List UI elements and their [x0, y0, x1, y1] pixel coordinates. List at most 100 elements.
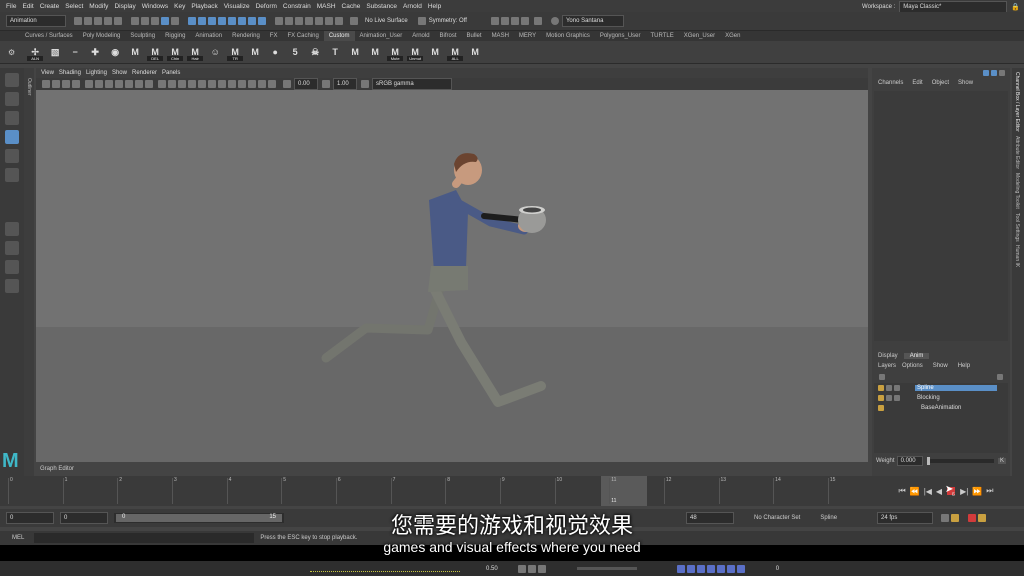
layer-menu-help[interactable]: Help: [958, 363, 970, 369]
exposure-icon[interactable]: [283, 80, 291, 88]
safe-action-icon[interactable]: [135, 80, 143, 88]
shelf-tab[interactable]: MASH: [487, 31, 514, 41]
step-back-key-icon[interactable]: ⏪: [910, 487, 920, 496]
shelf-tab[interactable]: Curves / Surfaces: [20, 31, 78, 41]
snap-point-icon[interactable]: [208, 17, 216, 25]
shelf-tab[interactable]: Motion Graphics: [541, 31, 595, 41]
layout-outliner-icon[interactable]: [5, 279, 19, 293]
menu-modify[interactable]: Modify: [89, 3, 108, 10]
film-gate-icon[interactable]: [95, 80, 103, 88]
render-settings-icon[interactable]: [315, 17, 323, 25]
layout-two-icon[interactable]: [5, 260, 19, 274]
graph-editor-label[interactable]: Graph Editor: [40, 466, 74, 472]
layer-mute-icon[interactable]: [894, 395, 900, 401]
textured-icon[interactable]: [178, 80, 186, 88]
select-component-icon[interactable]: [151, 17, 159, 25]
shadows-icon[interactable]: [198, 80, 206, 88]
render-view-icon[interactable]: [335, 17, 343, 25]
bottom-tool-icon[interactable]: [517, 564, 526, 573]
shelf-tab[interactable]: XGen: [720, 31, 745, 41]
layer-visibility-icon[interactable]: [878, 395, 884, 401]
menu-substance[interactable]: Substance: [366, 3, 397, 10]
snap-live-icon[interactable]: [258, 17, 266, 25]
shelf-settings-icon[interactable]: ⚙: [8, 48, 15, 57]
shelf-button[interactable]: ☺: [207, 44, 223, 60]
gate-mask-icon[interactable]: [115, 80, 123, 88]
aa-icon[interactable]: [218, 80, 226, 88]
shelf-button[interactable]: ✢ ALN: [27, 44, 44, 61]
layer-visibility-icon[interactable]: [878, 405, 884, 411]
field-chart-icon[interactable]: [125, 80, 133, 88]
shelf-button[interactable]: M Mute: [387, 44, 404, 61]
snap-surface-icon[interactable]: [228, 17, 236, 25]
layer-row-spline[interactable]: Spline: [874, 383, 1008, 393]
snap-curve-icon[interactable]: [198, 17, 206, 25]
value-field[interactable]: 0.50: [486, 566, 498, 572]
curve-tangent-icon[interactable]: [726, 564, 735, 573]
outliner-tab[interactable]: Outliner: [24, 68, 34, 478]
panel-layout-4-icon[interactable]: [520, 17, 529, 25]
layer-visibility-icon[interactable]: [878, 385, 884, 391]
exposure-field[interactable]: 0.00: [294, 78, 318, 90]
dof-icon[interactable]: [228, 80, 236, 88]
viewport-menu-shading[interactable]: Shading: [59, 70, 81, 76]
image-plane-icon[interactable]: [72, 80, 80, 88]
menu-cache[interactable]: Cache: [342, 3, 361, 10]
shelf-button[interactable]: −: [67, 44, 83, 60]
shelf-button[interactable]: M: [367, 44, 383, 60]
move-tool-icon[interactable]: [5, 130, 19, 144]
lock-icon[interactable]: 🔒: [1011, 3, 1020, 11]
resolution-gate-icon[interactable]: [105, 80, 113, 88]
xray-icon[interactable]: [248, 80, 256, 88]
layer-tab-display[interactable]: Display: [872, 353, 904, 359]
live-surface-label[interactable]: No Live Surface: [365, 18, 408, 24]
curve-tangent-icon[interactable]: [736, 564, 745, 573]
layer-menu-options[interactable]: Options: [902, 363, 923, 369]
menu-create[interactable]: Create: [40, 3, 60, 10]
redo-icon[interactable]: [114, 17, 122, 25]
menu-edit[interactable]: Edit: [22, 3, 33, 10]
shelf-button[interactable]: M: [427, 44, 443, 60]
weight-field[interactable]: 0.000: [896, 456, 923, 466]
shelf-tab-custom[interactable]: Custom: [323, 31, 355, 41]
side-tab-tool-settings[interactable]: Tool Settings: [1014, 213, 1020, 242]
isolate-icon[interactable]: [238, 80, 246, 88]
bookmark-icon[interactable]: [62, 80, 70, 88]
key-weight-button[interactable]: K: [997, 458, 1006, 464]
shelf-tab[interactable]: Animation_User: [355, 31, 408, 41]
go-to-start-icon[interactable]: ⏮: [899, 486, 906, 496]
selection-mask-icon[interactable]: [161, 17, 169, 25]
step-back-frame-icon[interactable]: |◀: [924, 487, 932, 496]
layer-lock-icon[interactable]: [886, 385, 892, 391]
wireframe-icon[interactable]: [158, 80, 166, 88]
layer-new-icon[interactable]: [879, 374, 885, 380]
menu-constrain[interactable]: Constrain: [283, 3, 311, 10]
shelf-button[interactable]: M ALL: [447, 44, 464, 61]
select-object-icon[interactable]: [141, 17, 149, 25]
side-tab-channel-box[interactable]: Channel Box / Layer Editor: [1014, 72, 1020, 132]
curve-tangent-icon[interactable]: [706, 564, 715, 573]
shelf-tab[interactable]: XGen_User: [679, 31, 720, 41]
play-backward-icon[interactable]: ◀: [936, 487, 942, 496]
channel-box-menu-show[interactable]: Show: [958, 80, 973, 86]
curve-tangent-icon[interactable]: [686, 564, 695, 573]
layer-mute-icon[interactable]: [894, 385, 900, 391]
curve-tangent-icon[interactable]: [696, 564, 705, 573]
bottom-tool-icon[interactable]: [527, 564, 536, 573]
curve-tangent-icon[interactable]: [716, 564, 725, 573]
scale-tool-icon[interactable]: [5, 168, 19, 182]
menu-windows[interactable]: Windows: [142, 3, 168, 10]
xray-joints-icon[interactable]: [258, 80, 266, 88]
construction-icon[interactable]: [285, 17, 293, 25]
current-time-indicator[interactable]: [601, 476, 648, 506]
save-scene-icon[interactable]: [94, 17, 102, 25]
layer-menu-layers[interactable]: Layers: [878, 363, 896, 369]
menu-file[interactable]: File: [6, 3, 16, 10]
shelf-tab[interactable]: Poly Modeling: [78, 31, 126, 41]
viewport-menu-show[interactable]: Show: [112, 70, 127, 76]
hypershade-icon[interactable]: [325, 17, 333, 25]
frame-field[interactable]: 0: [776, 566, 779, 572]
channel-box-toggle-icon[interactable]: [983, 69, 989, 76]
shelf-button[interactable]: M Chin: [167, 44, 184, 61]
attribute-editor-toggle-icon[interactable]: [991, 69, 997, 76]
